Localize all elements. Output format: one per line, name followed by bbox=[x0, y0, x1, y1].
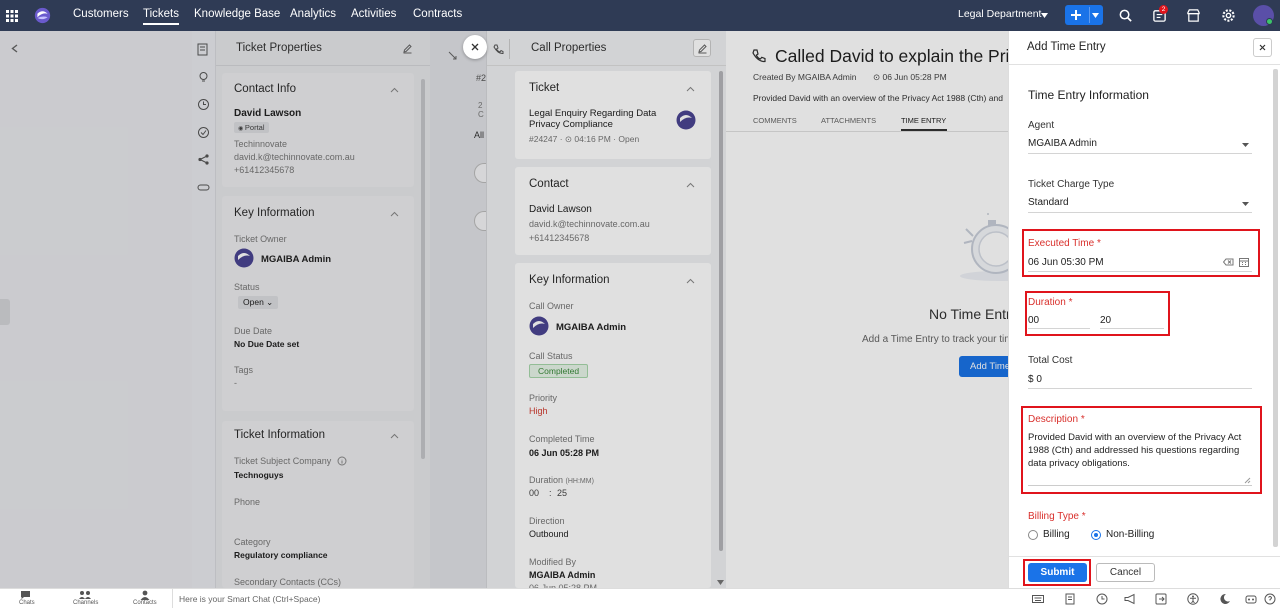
dark-mode-icon[interactable] bbox=[1219, 593, 1231, 605]
app-logo[interactable] bbox=[34, 7, 51, 24]
nav-tab-contracts[interactable]: Contracts bbox=[413, 8, 462, 20]
search-icon[interactable] bbox=[1118, 8, 1133, 23]
nav-tab-activities[interactable]: Activities bbox=[351, 8, 396, 20]
close-drawer-button[interactable] bbox=[1253, 38, 1272, 57]
bottom-label-contacts[interactable]: Contacts bbox=[133, 600, 157, 606]
nav-tab-customers[interactable]: Customers bbox=[73, 8, 129, 20]
bottom-bar: Chats Channels Contacts Here is your Sma… bbox=[0, 588, 1280, 608]
executed-time-input[interactable]: 06 Jun 05:30 PM bbox=[1028, 257, 1104, 268]
bottom-label-channels[interactable]: Channels bbox=[73, 600, 98, 606]
clear-icon[interactable] bbox=[1223, 258, 1234, 266]
calendar-icon[interactable] bbox=[1239, 257, 1249, 267]
chevron-down-icon bbox=[1041, 13, 1048, 18]
gear-icon[interactable] bbox=[1221, 8, 1236, 23]
modal-backdrop[interactable] bbox=[0, 31, 1008, 588]
executed-time-label: Executed Time * bbox=[1028, 238, 1101, 249]
close-icon bbox=[1259, 44, 1266, 51]
nav-tab-tickets[interactable]: Tickets bbox=[143, 8, 179, 25]
duration-minutes-input[interactable]: 20 bbox=[1100, 315, 1111, 326]
top-navigation-bar: Customers Tickets Knowledge Base Analyti… bbox=[0, 0, 1280, 31]
cancel-button[interactable]: Cancel bbox=[1096, 563, 1155, 582]
description-textarea[interactable]: Provided David with an overview of the P… bbox=[1028, 431, 1252, 486]
app-grid-icon[interactable] bbox=[6, 10, 18, 22]
chevron-down-icon bbox=[1242, 143, 1249, 147]
duration-label: Duration * bbox=[1028, 297, 1073, 308]
agent-label: Agent bbox=[1028, 120, 1055, 131]
new-item-button[interactable] bbox=[1065, 5, 1103, 25]
charge-type-label: Ticket Charge Type bbox=[1028, 179, 1115, 190]
avatar[interactable] bbox=[1253, 5, 1274, 26]
charge-type-select[interactable]: Standard bbox=[1028, 197, 1069, 208]
nav-tab-knowledge-base[interactable]: Knowledge Base bbox=[194, 8, 280, 20]
keyboard-icon[interactable] bbox=[1032, 593, 1044, 605]
chevron-down-icon bbox=[1242, 202, 1249, 206]
channels-icon[interactable] bbox=[79, 590, 91, 600]
accessibility-icon[interactable] bbox=[1187, 593, 1199, 605]
submit-button[interactable]: Submit bbox=[1028, 563, 1087, 582]
close-icon bbox=[471, 43, 479, 51]
add-time-entry-drawer: Add Time Entry Time Entry Information Ag… bbox=[1008, 31, 1280, 588]
description-label: Description * bbox=[1028, 414, 1085, 425]
chevron-down-icon bbox=[1092, 13, 1099, 18]
plus-icon bbox=[1071, 10, 1081, 20]
non-billing-option-label[interactable]: Non-Billing bbox=[1106, 529, 1154, 540]
section-heading: Time Entry Information bbox=[1028, 88, 1149, 102]
notification-count-badge: 2 bbox=[1159, 5, 1168, 14]
nav-tab-analytics[interactable]: Analytics bbox=[290, 8, 336, 20]
export-icon[interactable] bbox=[1155, 593, 1167, 605]
duration-hours-input[interactable]: 00 bbox=[1028, 315, 1039, 326]
non-billing-radio[interactable] bbox=[1091, 530, 1101, 540]
notes-icon[interactable] bbox=[1065, 593, 1077, 605]
billing-radio[interactable] bbox=[1028, 530, 1038, 540]
smart-chat-input[interactable]: Here is your Smart Chat (Ctrl+Space) bbox=[179, 594, 320, 604]
close-panel-button[interactable] bbox=[463, 35, 487, 59]
total-cost-value: $ 0 bbox=[1028, 374, 1042, 385]
contacts-icon[interactable] bbox=[140, 590, 150, 600]
billing-type-label: Billing Type * bbox=[1028, 511, 1086, 522]
agent-select[interactable]: MGAIBA Admin bbox=[1028, 138, 1097, 149]
clock-icon[interactable] bbox=[1096, 593, 1108, 605]
drawer-title: Add Time Entry bbox=[1027, 41, 1106, 53]
megaphone-icon[interactable] bbox=[1124, 593, 1136, 605]
department-selector[interactable]: Legal Department bbox=[958, 8, 1041, 20]
chats-icon[interactable] bbox=[20, 590, 31, 600]
bottom-label-chats[interactable]: Chats bbox=[19, 600, 35, 606]
total-cost-label: Total Cost bbox=[1028, 355, 1073, 366]
scrollbar[interactable] bbox=[1273, 69, 1278, 547]
bot-icon[interactable] bbox=[1245, 593, 1257, 605]
resize-handle-icon[interactable] bbox=[1244, 477, 1251, 484]
marketplace-icon[interactable] bbox=[1186, 8, 1201, 23]
billing-option-label[interactable]: Billing bbox=[1043, 529, 1070, 540]
executed-time-highlight bbox=[1022, 229, 1260, 277]
help-icon[interactable] bbox=[1264, 593, 1276, 605]
